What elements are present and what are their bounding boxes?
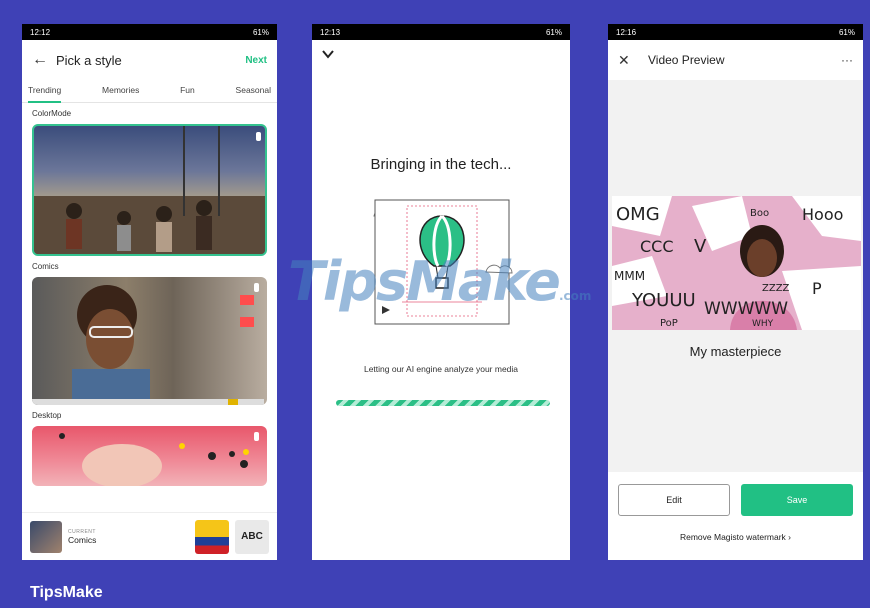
comic-word: PoP	[660, 318, 678, 329]
font-option-abc[interactable]: ABC	[235, 519, 269, 554]
flag-font-option[interactable]	[195, 519, 229, 554]
status-bar: 12:12 61%	[22, 24, 277, 40]
section-label: Comics	[32, 262, 59, 271]
current-style-thumbnail[interactable]	[30, 520, 62, 553]
edit-button[interactable]: Edit	[618, 484, 730, 516]
save-button[interactable]: Save	[741, 484, 853, 516]
style-picker-screen: 12:12 61% ← Pick a style Next Trending M…	[22, 24, 277, 560]
current-style-bar: CURRENT Comics ABC	[22, 512, 277, 560]
style-tabs: Trending Memories Fun Seasonal	[22, 80, 277, 103]
current-label: CURRENT	[68, 528, 96, 535]
comic-word: OMG	[616, 204, 660, 225]
page-title: Video Preview	[648, 53, 725, 67]
comic-word: CCC	[640, 237, 674, 256]
status-bar: 12:16 61%	[608, 24, 863, 40]
battery-indicator: 61%	[838, 27, 855, 37]
tab-trending[interactable]: Trending	[28, 80, 62, 103]
processing-heading: Bringing in the tech...	[370, 156, 512, 173]
action-panel: Edit Save Remove Magisto watermark ›	[608, 472, 863, 560]
section-label: ColorMode	[32, 109, 72, 118]
close-icon[interactable]: ✕	[618, 52, 648, 69]
remove-watermark-link[interactable]: Remove Magisto watermark ›	[608, 532, 863, 542]
comic-word: WWWWW	[704, 299, 788, 319]
status-time: 12:16	[616, 27, 637, 37]
tab-memories[interactable]: Memories	[102, 80, 139, 102]
comic-word: WHY	[752, 319, 774, 329]
comic-word: V	[694, 236, 707, 257]
current-style-name: Comics	[68, 534, 97, 545]
video-title: My masterpiece	[689, 344, 782, 359]
status-bar: 12:13 61%	[312, 24, 570, 40]
tab-seasonal[interactable]: Seasonal	[236, 80, 271, 102]
comic-word: Boo	[750, 208, 769, 219]
brand-label: TipsMake	[30, 584, 103, 601]
video-preview-thumbnail[interactable]: OMG Boo Hooo CCC V MMM YOUUU ZZZZ WWWWW …	[612, 196, 861, 330]
battery-indicator: 61%	[545, 27, 562, 37]
status-time: 12:13	[320, 27, 341, 37]
status-time: 12:12	[30, 27, 51, 37]
progress-bar	[336, 400, 550, 406]
comic-word: MMM	[614, 269, 645, 283]
chevron-down-icon[interactable]	[322, 48, 334, 60]
processing-subtext: Letting our AI engine analyze your media	[363, 364, 519, 374]
style-card-colormode[interactable]	[32, 124, 267, 256]
style-card-comics[interactable]	[32, 277, 267, 405]
video-preview-screen: 12:16 61% ✕ Video Preview ··· OMG Boo Ho…	[608, 24, 863, 560]
style-card-desktop[interactable]	[32, 426, 267, 486]
comic-word: ZZZZ	[762, 283, 790, 294]
comic-word: Hooo	[802, 205, 843, 224]
section-label: Desktop	[32, 411, 62, 420]
page-title: Pick a style	[56, 52, 122, 68]
battery-indicator: 61%	[252, 27, 269, 37]
more-options-icon[interactable]: ···	[841, 53, 853, 67]
next-button[interactable]: Next	[245, 55, 267, 66]
watermark-logo: TipsMake.com	[288, 250, 592, 313]
comic-word: P	[812, 279, 822, 298]
comic-word: YOUUU	[631, 290, 696, 311]
tab-fun[interactable]: Fun	[180, 80, 195, 102]
back-arrow-icon[interactable]: ←	[32, 51, 56, 69]
